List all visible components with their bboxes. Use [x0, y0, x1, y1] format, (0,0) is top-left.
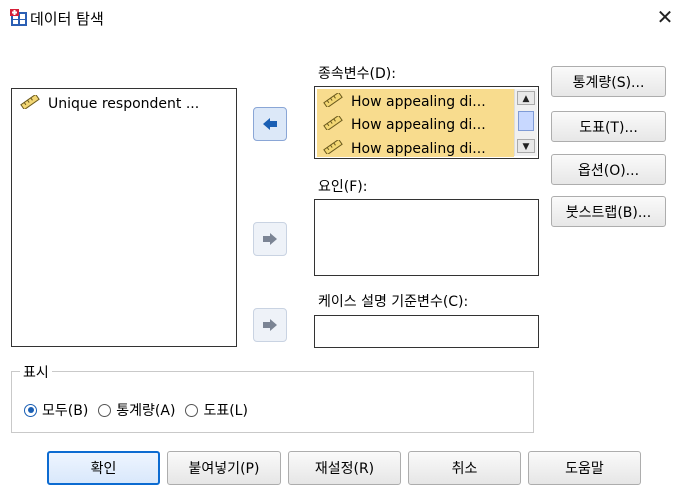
display-group-legend: 표시: [20, 362, 52, 382]
scroll-up-icon[interactable]: ▲: [517, 91, 535, 105]
scale-ruler-icon: [323, 114, 343, 134]
case-label-field[interactable]: [314, 315, 539, 348]
list-item[interactable]: How appealing di...: [323, 91, 486, 112]
display-plots-option[interactable]: 도표(L): [185, 400, 248, 420]
radio-unselected-icon[interactable]: [98, 403, 112, 417]
list-item[interactable]: Unique respondent ...: [20, 93, 200, 114]
variable-name: How appealing di...: [351, 141, 486, 157]
variable-name: How appealing di...: [351, 117, 486, 133]
plots-button[interactable]: 도표(T)...: [551, 111, 666, 142]
statistics-button[interactable]: 통계량(S)...: [551, 66, 666, 97]
radio-selected-icon[interactable]: [24, 403, 37, 417]
bootstrap-button[interactable]: 붓스트랩(B)...: [551, 196, 666, 227]
case-label-field-label: 케이스 설명 기준변수(C):: [318, 294, 469, 310]
options-button[interactable]: 옵션(O)...: [551, 154, 666, 185]
scroll-down-icon[interactable]: ▼: [517, 139, 535, 153]
list-item[interactable]: How appealing di...: [323, 114, 486, 135]
variable-name: How appealing di...: [351, 94, 486, 110]
dependent-scrollbar[interactable]: ▲ ▼: [514, 89, 537, 156]
help-button[interactable]: 도움말: [528, 451, 641, 485]
radio-label: 도표(L): [203, 403, 248, 419]
move-to-factor-button[interactable]: [253, 222, 287, 256]
arrow-right-icon: [263, 233, 277, 245]
radio-label: 통계량(A): [116, 403, 176, 419]
dependent-selection: How appealing di... How appealing di... …: [317, 89, 514, 157]
dependent-list-label: 종속변수(D):: [318, 66, 396, 82]
source-variable-list[interactable]: Unique respondent ...: [11, 88, 237, 347]
app-icon: [10, 9, 28, 27]
paste-button[interactable]: 붙여넣기(P): [167, 451, 281, 485]
scale-ruler-icon: [323, 91, 343, 111]
ok-button[interactable]: 확인: [47, 451, 160, 485]
window-title: 데이터 탐색: [30, 10, 104, 28]
radio-unselected-icon[interactable]: [185, 403, 199, 417]
scale-ruler-icon: [323, 138, 343, 157]
reset-button[interactable]: 재설정(R): [288, 451, 401, 485]
arrow-left-icon: [263, 118, 277, 130]
display-statistics-option[interactable]: 통계량(A): [98, 400, 175, 420]
close-button[interactable]: ✕: [652, 4, 678, 30]
factor-list[interactable]: [314, 199, 539, 276]
cancel-button[interactable]: 취소: [408, 451, 521, 485]
scale-ruler-icon: [20, 93, 40, 113]
move-to-case-label-button[interactable]: [253, 308, 287, 342]
scroll-thumb[interactable]: [518, 111, 534, 131]
arrow-right-icon: [263, 319, 277, 331]
display-both-option[interactable]: 모두(B): [24, 400, 88, 420]
move-to-dependent-button[interactable]: [253, 107, 287, 141]
list-item[interactable]: How appealing di...: [323, 138, 486, 157]
radio-label: 모두(B): [42, 403, 89, 419]
factor-list-label: 요인(F):: [318, 179, 368, 195]
variable-name: Unique respondent ...: [48, 96, 200, 112]
display-options: 모두(B) 통계량(A) 도표(L): [24, 400, 254, 420]
